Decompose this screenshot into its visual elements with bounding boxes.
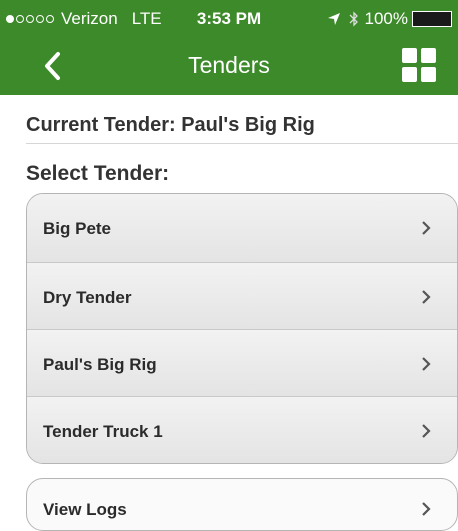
current-tender: Current Tender: Paul's Big Rig — [26, 114, 315, 136]
divider — [26, 143, 458, 144]
grid-icon-cell — [402, 48, 417, 63]
grid-icon-cell — [421, 48, 436, 63]
view-logs-label: View Logs — [43, 500, 127, 519]
tender-item-tender-truck-1[interactable]: Tender Truck 1 — [27, 396, 457, 463]
grid-icon-cell — [402, 67, 417, 82]
app-header: Verizon LTE 3:53 PM 100% Tenders — [0, 0, 458, 95]
grid-icon-cell — [421, 67, 436, 82]
status-bar: Verizon LTE 3:53 PM 100% — [0, 0, 458, 36]
tender-item-label: Paul's Big Rig — [43, 355, 157, 374]
chevron-right-icon — [422, 290, 431, 304]
battery-percent: 100% — [364, 9, 408, 28]
tender-list: Big Pete Dry Tender Paul's Big Rig Tende… — [26, 193, 458, 464]
tender-item-label: Tender Truck 1 — [43, 422, 163, 441]
page-title: Tenders — [188, 52, 270, 78]
bluetooth-icon — [349, 11, 358, 27]
battery-icon — [412, 11, 452, 27]
grid-icon[interactable] — [402, 48, 436, 82]
tender-item-big-pete[interactable]: Big Pete — [27, 194, 457, 262]
tender-item-dry-tender[interactable]: Dry Tender — [27, 262, 457, 329]
tender-item-pauls-big-rig[interactable]: Paul's Big Rig — [27, 329, 457, 396]
nav-bar: Tenders — [0, 36, 458, 95]
chevron-right-icon — [422, 424, 431, 438]
view-logs-button[interactable]: View Logs — [26, 478, 458, 531]
tender-item-label: Big Pete — [43, 219, 112, 238]
chevron-right-icon — [422, 357, 431, 371]
chevron-right-icon — [422, 502, 431, 516]
status-right: 100% — [327, 9, 452, 29]
tender-item-label: Dry Tender — [43, 288, 132, 307]
chevron-right-icon — [422, 221, 431, 235]
select-tender-heading: Select Tender: — [26, 162, 170, 185]
location-arrow-icon — [327, 13, 340, 25]
